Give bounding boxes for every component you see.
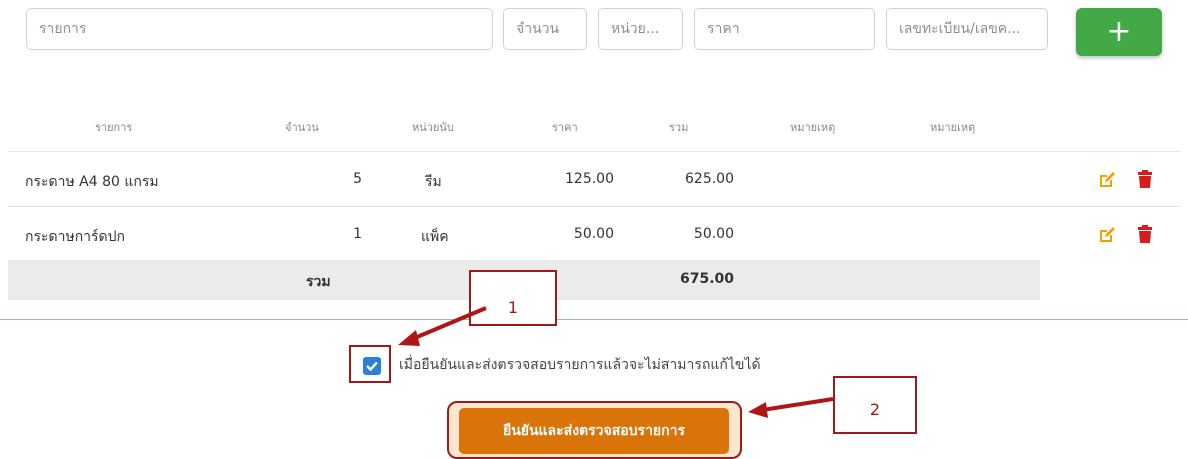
row-unit: รีม (425, 174, 442, 190)
quantity-input[interactable] (503, 8, 587, 50)
total-label: รวม (306, 274, 331, 290)
item-name-input[interactable] (26, 8, 493, 50)
header-unit: หน่วยนับ (412, 121, 454, 134)
annotation-callout-1: 1 (469, 270, 557, 326)
delete-icon[interactable] (1136, 170, 1154, 188)
header-note-1: หมายเหตุ (790, 121, 836, 134)
arrow-2-head (748, 402, 768, 418)
arrow-2-line (761, 397, 834, 412)
header-note-2: หมายเหตุ (930, 121, 976, 134)
delete-icon[interactable] (1136, 225, 1154, 243)
row-total: 50.00 (693, 226, 734, 242)
confirm-submit-button[interactable]: ยืนยันและส่งตรวจสอบรายการ (459, 408, 729, 454)
annotation-callout-2: 2 (833, 376, 917, 434)
divider (8, 206, 1180, 207)
arrow-1-head (398, 330, 420, 346)
price-input[interactable] (694, 8, 875, 50)
add-item-button[interactable]: + (1076, 8, 1162, 56)
row-item: กระดาษการ์ดปก (25, 229, 126, 245)
header-item: รายการ (95, 121, 133, 134)
divider (8, 151, 1180, 152)
row-price: 125.00 (565, 171, 614, 187)
edit-icon[interactable] (1098, 226, 1116, 244)
callout-number: 2 (869, 400, 881, 419)
edit-icon[interactable] (1098, 171, 1116, 189)
header-price: ราคา (552, 121, 578, 134)
row-price: 50.00 (573, 226, 614, 242)
row-item: กระดาษ A4 80 แกรม (25, 174, 159, 190)
reference-number-input[interactable] (886, 8, 1048, 50)
checkbox-highlight (349, 345, 391, 383)
section-divider (0, 319, 1188, 320)
header-total: รวม (669, 121, 689, 134)
header-quantity: จำนวน (285, 121, 319, 134)
callout-number: 1 (507, 298, 519, 317)
row-unit: แพ็ค (421, 229, 449, 245)
confirm-checkbox[interactable] (363, 357, 381, 375)
row-total: 625.00 (685, 171, 734, 187)
row-quantity: 1 (353, 226, 362, 242)
total-value: 675.00 (679, 271, 734, 287)
row-quantity: 5 (353, 171, 362, 187)
checkmark-icon (366, 361, 378, 372)
unit-input[interactable] (598, 8, 683, 50)
confirm-checkbox-label: เมื่อยืนยันและส่งตรวจสอบรายการแล้วจะไม่ส… (399, 357, 761, 373)
